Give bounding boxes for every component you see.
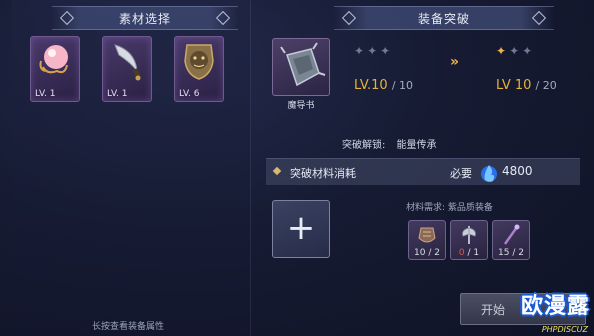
watermark-sub-text: PHPDISCUZ xyxy=(541,325,588,334)
material-level: LV. 6 xyxy=(179,89,200,99)
material-slot-orb[interactable]: LV. 1 xyxy=(30,36,80,102)
equipment-breakthrough-panel: 装备突破 魔导书 ✦✦✦ LV.10 / 10 » ✦✦✦ LV 10 / 20… xyxy=(262,0,594,336)
next-level-max: / 20 xyxy=(535,79,557,92)
material-selection-title: 素材选择 xyxy=(52,6,238,30)
star-filled-icon: ✦ xyxy=(496,44,510,58)
star-empty-icon: ✦ xyxy=(509,44,523,58)
long-press-hint: 长按查看装备属性 xyxy=(92,322,165,332)
diamond-ornament-icon xyxy=(341,10,357,26)
breakthrough-title: 装备突破 xyxy=(334,6,554,30)
cost-amount: 4800 xyxy=(502,164,533,178)
breakthrough-unlock: 突破解锁: 能量传承 xyxy=(342,136,437,151)
current-star-rating: ✦✦✦ xyxy=(354,44,393,58)
panel-title: 素材选择 xyxy=(118,11,171,26)
purple-axe-icon xyxy=(462,226,476,244)
start-button-label: 开始 xyxy=(481,302,506,317)
material-level: LV. 1 xyxy=(35,89,56,99)
target-equipment-slot[interactable] xyxy=(272,38,330,96)
double-chevron-right-icon: » xyxy=(450,54,460,70)
equipment-name: 魔导书 xyxy=(287,101,315,111)
material-requirement-title: 材料需求: 紫品质装备 xyxy=(406,203,493,213)
cost-required-label: 必要 xyxy=(450,167,472,180)
pink-orb-icon xyxy=(39,45,68,74)
watermark-main-text: 欧漫露 xyxy=(520,294,590,319)
material-cost-bar: 突破材料消耗 必要 4800 xyxy=(266,158,580,185)
current-level-value: LV.10 xyxy=(354,78,388,93)
current-level: LV.10 / 10 xyxy=(354,78,413,93)
star-empty-icon: ✦ xyxy=(354,44,368,58)
purple-armor-icon xyxy=(418,227,436,243)
material-slot-shield[interactable]: LV. 6 xyxy=(174,36,224,102)
requirement-item-armor[interactable]: 10 / 2 xyxy=(408,220,446,260)
star-empty-icon: ✦ xyxy=(367,44,381,58)
star-empty-icon: ✦ xyxy=(522,44,536,58)
cost-label: 突破材料消耗 xyxy=(290,167,356,180)
add-material-button[interactable]: + xyxy=(272,200,330,258)
curved-dagger-icon xyxy=(114,44,141,81)
current-level-max: / 10 xyxy=(391,79,414,92)
diamond-ornament-icon xyxy=(59,10,75,26)
material-selection-panel: 素材选择 LV. 1 LV. 1 LV. 6 长按查看装备属性 xyxy=(12,0,251,336)
star-empty-icon: ✦ xyxy=(380,44,394,58)
site-watermark: 欧漫露 PHPDISCUZ xyxy=(514,288,590,334)
requirement-count: 15 / 2 xyxy=(498,248,524,258)
blue-energy-icon xyxy=(481,165,497,182)
purple-staff-icon xyxy=(503,224,520,245)
spiked-gauntlet-icon xyxy=(280,42,326,87)
next-level-value: LV 10 xyxy=(496,78,532,93)
next-star-rating: ✦✦✦ xyxy=(496,44,535,58)
diamond-ornament-icon xyxy=(531,10,547,26)
beast-shield-icon xyxy=(184,44,214,80)
diamond-bullet-icon xyxy=(272,166,282,176)
requirement-count: 0 / 1 xyxy=(458,248,480,258)
unlock-value: 能量传承 xyxy=(396,140,437,151)
requirement-item-axe[interactable]: 0 / 1 xyxy=(450,220,488,260)
requirement-item-staff[interactable]: 15 / 2 xyxy=(492,220,530,260)
next-level: LV 10 / 20 xyxy=(496,78,557,93)
diamond-ornament-icon xyxy=(215,10,231,26)
material-level: LV. 1 xyxy=(107,89,128,99)
requirement-count: 10 / 2 xyxy=(414,248,440,258)
unlock-label: 突破解锁: xyxy=(342,140,386,151)
panel-title: 装备突破 xyxy=(417,11,470,26)
material-slot-dagger[interactable]: LV. 1 xyxy=(102,36,152,102)
